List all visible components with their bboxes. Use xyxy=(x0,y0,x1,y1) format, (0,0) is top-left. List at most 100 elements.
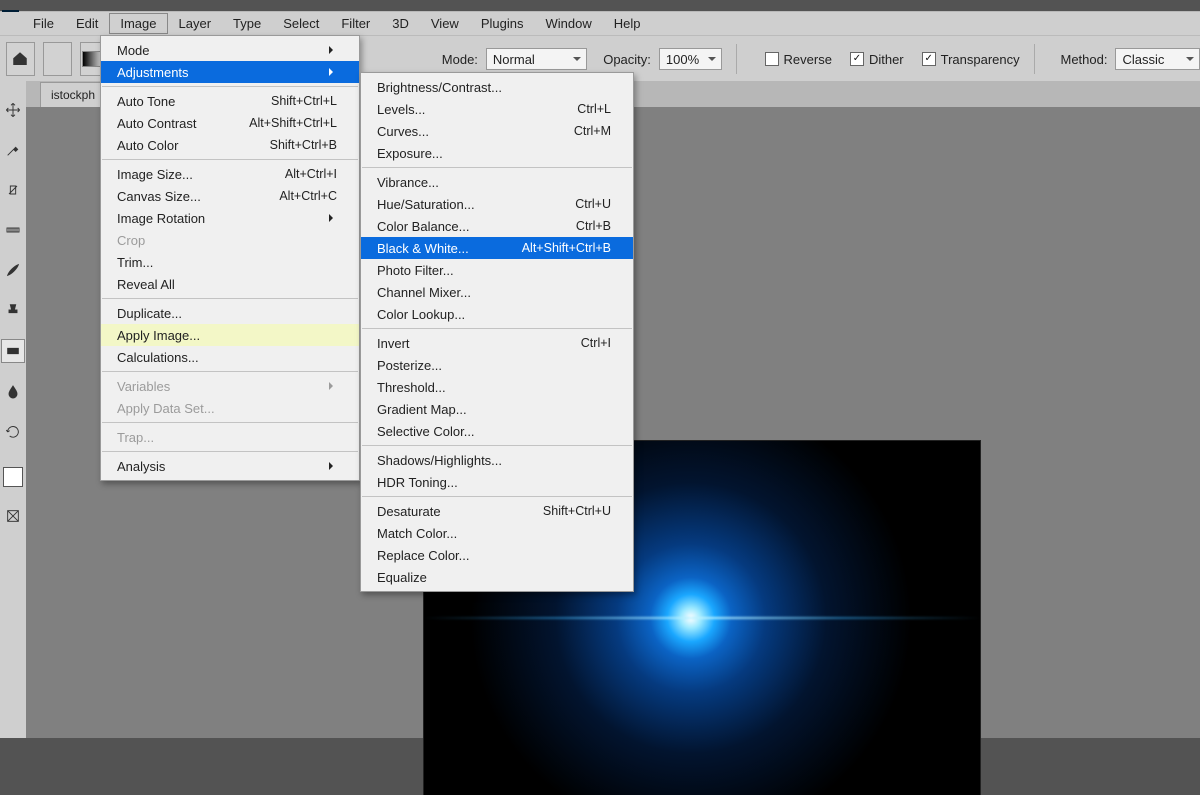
adjust-menu-color-lookup[interactable]: Color Lookup... xyxy=(361,303,633,325)
image-menu-apply-image[interactable]: Apply Image... xyxy=(101,324,359,346)
image-menu-duplicate[interactable]: Duplicate... xyxy=(101,302,359,324)
menu-item-label: Curves... xyxy=(377,124,429,139)
menu-item-label: Adjustments xyxy=(117,65,189,80)
image-menu-auto-color[interactable]: Auto ColorShift+Ctrl+B xyxy=(101,134,359,156)
tools-panel xyxy=(0,81,26,738)
adjust-menu-posterize[interactable]: Posterize... xyxy=(361,354,633,376)
menu-filter[interactable]: Filter xyxy=(330,13,381,34)
image-menu-analysis[interactable]: Analysis xyxy=(101,455,359,477)
menu-layer[interactable]: Layer xyxy=(168,13,223,34)
menu-item-label: Equalize xyxy=(377,570,427,585)
gradient-tool-icon[interactable] xyxy=(1,339,25,363)
adjust-menu-curves[interactable]: Curves...Ctrl+M xyxy=(361,120,633,142)
adjust-menu-gradient-map[interactable]: Gradient Map... xyxy=(361,398,633,420)
image-menu-mode[interactable]: Mode xyxy=(101,39,359,61)
menu-item-shortcut: Alt+Shift+Ctrl+L xyxy=(249,116,337,130)
adjust-menu-channel-mixer[interactable]: Channel Mixer... xyxy=(361,281,633,303)
menu-help[interactable]: Help xyxy=(603,13,652,34)
adjust-menu-brightness-contrast[interactable]: Brightness/Contrast... xyxy=(361,76,633,98)
menu-item-label: Invert xyxy=(377,336,410,351)
menu-item-label: Desaturate xyxy=(377,504,441,519)
menu-item-shortcut: Alt+Shift+Ctrl+B xyxy=(522,241,611,255)
adjust-menu-threshold[interactable]: Threshold... xyxy=(361,376,633,398)
image-menu-auto-tone[interactable]: Auto ToneShift+Ctrl+L xyxy=(101,90,359,112)
menu-separator xyxy=(362,445,632,446)
menu-item-label: Photo Filter... xyxy=(377,263,454,278)
ruler-tool-icon[interactable] xyxy=(2,219,24,241)
method-label: Method: xyxy=(1060,52,1107,67)
menu-item-label: Vibrance... xyxy=(377,175,439,190)
adjust-menu-hue-saturation[interactable]: Hue/Saturation...Ctrl+U xyxy=(361,193,633,215)
adjust-menu-color-balance[interactable]: Color Balance...Ctrl+B xyxy=(361,215,633,237)
menu-item-shortcut: Shift+Ctrl+L xyxy=(271,94,337,108)
menu-select[interactable]: Select xyxy=(272,13,330,34)
menu-image[interactable]: Image xyxy=(109,13,167,34)
menu-view[interactable]: View xyxy=(420,13,470,34)
adjust-menu-hdr-toning[interactable]: HDR Toning... xyxy=(361,471,633,493)
image-menu-canvas-size[interactable]: Canvas Size...Alt+Ctrl+C xyxy=(101,185,359,207)
dither-checkbox[interactable]: ✓ Dither xyxy=(850,52,904,67)
image-menu-calculations[interactable]: Calculations... xyxy=(101,346,359,368)
menu-plugins[interactable]: Plugins xyxy=(470,13,535,34)
adjust-menu-black-white[interactable]: Black & White...Alt+Shift+Ctrl+B xyxy=(361,237,633,259)
frame-tool-icon[interactable] xyxy=(2,505,24,527)
menu-separator xyxy=(102,451,358,452)
adjust-menu-exposure[interactable]: Exposure... xyxy=(361,142,633,164)
adjust-menu-selective-color[interactable]: Selective Color... xyxy=(361,420,633,442)
home-button[interactable] xyxy=(6,42,35,76)
healing-tool-icon[interactable] xyxy=(2,179,24,201)
menu-item-label: Threshold... xyxy=(377,380,446,395)
adjust-menu-shadows-highlights[interactable]: Shadows/Highlights... xyxy=(361,449,633,471)
adjust-menu-vibrance[interactable]: Vibrance... xyxy=(361,171,633,193)
menu-item-label: Reveal All xyxy=(117,277,175,292)
menu-item-label: Exposure... xyxy=(377,146,443,161)
menu-bar: FileEditImageLayerTypeSelectFilter3DView… xyxy=(0,12,1200,35)
menu-separator xyxy=(102,159,358,160)
image-menu-image-rotation[interactable]: Image Rotation xyxy=(101,207,359,229)
adjust-menu-levels[interactable]: Levels...Ctrl+L xyxy=(361,98,633,120)
adjust-menu-photo-filter[interactable]: Photo Filter... xyxy=(361,259,633,281)
adjust-menu-desaturate[interactable]: DesaturateShift+Ctrl+U xyxy=(361,500,633,522)
mode-select[interactable]: Normal xyxy=(486,48,587,70)
menu-separator xyxy=(362,328,632,329)
menu-item-label: Canvas Size... xyxy=(117,189,201,204)
tool-preset-picker[interactable] xyxy=(43,42,72,76)
menu-item-label: HDR Toning... xyxy=(377,475,458,490)
divider xyxy=(736,44,737,74)
image-menu-auto-contrast[interactable]: Auto ContrastAlt+Shift+Ctrl+L xyxy=(101,112,359,134)
divider xyxy=(1034,44,1035,74)
adjust-menu-invert[interactable]: InvertCtrl+I xyxy=(361,332,633,354)
image-menu-adjustments[interactable]: Adjustments xyxy=(101,61,359,83)
image-menu-reveal-all[interactable]: Reveal All xyxy=(101,273,359,295)
image-menu-trap: Trap... xyxy=(101,426,359,448)
menu-separator xyxy=(102,86,358,87)
move-tool-icon[interactable] xyxy=(2,99,24,121)
menu-type[interactable]: Type xyxy=(222,13,272,34)
brush-tool-icon[interactable] xyxy=(2,259,24,281)
method-select[interactable]: Classic xyxy=(1115,48,1200,70)
blur-tool-icon[interactable] xyxy=(2,381,24,403)
stamp-tool-icon[interactable] xyxy=(2,299,24,321)
rotate-tool-icon[interactable] xyxy=(2,421,24,443)
menu-item-label: Calculations... xyxy=(117,350,199,365)
adjust-menu-equalize[interactable]: Equalize xyxy=(361,566,633,588)
menu-item-label: Mode xyxy=(117,43,150,58)
menu-item-label: Brightness/Contrast... xyxy=(377,80,502,95)
menu-3d[interactable]: 3D xyxy=(381,13,420,34)
adjustments-submenu: Brightness/Contrast...Levels...Ctrl+LCur… xyxy=(360,72,634,592)
transparency-checkbox[interactable]: ✓ Transparency xyxy=(922,52,1020,67)
reverse-checkbox[interactable]: Reverse xyxy=(765,52,832,67)
adjust-menu-match-color[interactable]: Match Color... xyxy=(361,522,633,544)
adjust-menu-replace-color[interactable]: Replace Color... xyxy=(361,544,633,566)
opacity-select[interactable]: 100% xyxy=(659,48,722,70)
image-menu-image-size[interactable]: Image Size...Alt+Ctrl+I xyxy=(101,163,359,185)
menu-window[interactable]: Window xyxy=(534,13,602,34)
menu-file[interactable]: File xyxy=(22,13,65,34)
document-tab[interactable]: istockph xyxy=(40,82,106,107)
opacity-label: Opacity: xyxy=(603,52,651,67)
menu-edit[interactable]: Edit xyxy=(65,13,109,34)
image-menu-trim[interactable]: Trim... xyxy=(101,251,359,273)
eyedropper-tool-icon[interactable] xyxy=(2,139,24,161)
menu-item-label: Image Rotation xyxy=(117,211,205,226)
foreground-swatch[interactable] xyxy=(3,467,23,487)
